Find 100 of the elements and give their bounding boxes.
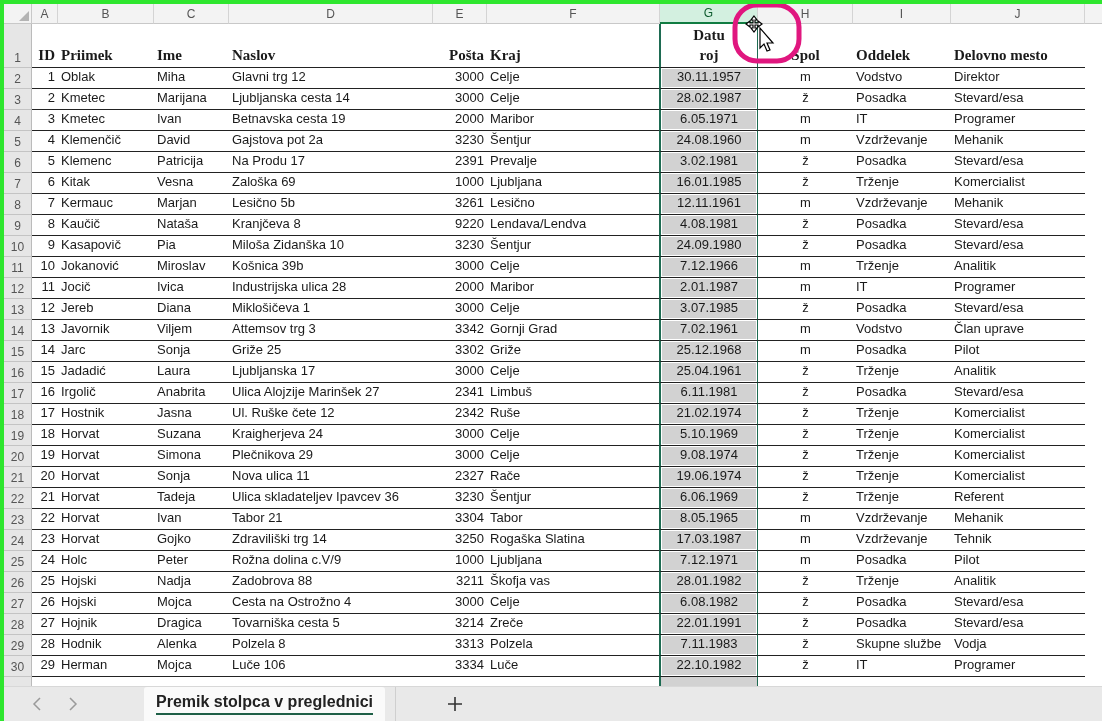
next-sheet-button[interactable] bbox=[66, 695, 80, 713]
table-cell: 22.01.1991 bbox=[659, 614, 759, 635]
table-cell: 12.11.1961 bbox=[659, 194, 759, 215]
row-number[interactable]: 5 bbox=[4, 131, 32, 152]
row-number[interactable]: 12 bbox=[4, 278, 32, 299]
column-header[interactable]: E bbox=[433, 4, 487, 24]
table-cell: 6.06.1969 bbox=[659, 488, 759, 509]
table-cell: 24.09.1980 bbox=[659, 236, 759, 257]
table-cell: Šentjur bbox=[487, 131, 660, 152]
table-cell: Šentjur bbox=[487, 488, 660, 509]
table-cell: 6.11.1981 bbox=[659, 383, 759, 404]
row-number[interactable]: 30 bbox=[4, 656, 32, 677]
sheet-tab[interactable]: Premik stolpca v preglednici bbox=[144, 687, 385, 721]
select-all-icon[interactable] bbox=[19, 11, 29, 21]
row-number[interactable]: 2 bbox=[4, 68, 32, 89]
table-cell: 9.08.1974 bbox=[659, 446, 759, 467]
table-cell: m bbox=[758, 278, 853, 299]
column-header[interactable]: I bbox=[853, 4, 951, 24]
table-cell: 3.02.1981 bbox=[659, 152, 759, 173]
table-cell: 28.01.1982 bbox=[659, 572, 759, 593]
row-number[interactable]: 22 bbox=[4, 488, 32, 509]
row-number[interactable]: 24 bbox=[4, 530, 32, 551]
table-cell: 22.10.1982 bbox=[659, 656, 759, 677]
table-cell: ž bbox=[758, 362, 853, 383]
column-header[interactable]: F bbox=[487, 4, 660, 24]
table-cell: Škofja vas bbox=[487, 572, 660, 593]
table-cell: ž bbox=[758, 467, 853, 488]
table-cell: 30.11.1957 bbox=[659, 68, 759, 89]
table-cell: 19.06.1974 bbox=[659, 467, 759, 488]
table-cell: 7.02.1961 bbox=[659, 320, 759, 341]
table-cell: 28.02.1987 bbox=[659, 89, 759, 110]
column-header[interactable]: B bbox=[58, 4, 154, 24]
row-number[interactable]: 18 bbox=[4, 404, 32, 425]
row-number[interactable]: 23 bbox=[4, 509, 32, 530]
row-number[interactable]: 6 bbox=[4, 152, 32, 173]
table-cell: 6.08.1982 bbox=[659, 593, 759, 614]
table-cell: 2.01.1987 bbox=[659, 278, 759, 299]
row-number[interactable]: 26 bbox=[4, 572, 32, 593]
table-cell: 16.01.1985 bbox=[659, 173, 759, 194]
column-header[interactable]: D bbox=[229, 4, 433, 24]
row-number[interactable]: 9 bbox=[4, 215, 32, 236]
table-cell: m bbox=[758, 509, 853, 530]
row-number[interactable]: 4 bbox=[4, 110, 32, 131]
table-cell: 8.05.1965 bbox=[659, 509, 759, 530]
row-number[interactable]: 1 bbox=[4, 24, 32, 68]
row-number[interactable]: 20 bbox=[4, 446, 32, 467]
table-cell: 7.12.1971 bbox=[659, 551, 759, 572]
table-cell: m bbox=[758, 110, 853, 131]
select-all-corner[interactable] bbox=[4, 4, 32, 24]
row-number[interactable]: 21 bbox=[4, 467, 32, 488]
table-cell: Član uprave bbox=[951, 320, 1085, 341]
table-cell: 5.10.1969 bbox=[659, 425, 759, 446]
column-header[interactable]: A bbox=[32, 4, 58, 24]
table-cell: ž bbox=[758, 89, 853, 110]
table-cell: m bbox=[758, 194, 853, 215]
table-cell: m bbox=[758, 551, 853, 572]
table-cell: ž bbox=[758, 635, 853, 656]
row-number[interactable]: 10 bbox=[4, 236, 32, 257]
table-cell: ž bbox=[758, 572, 853, 593]
row-number[interactable]: 19 bbox=[4, 425, 32, 446]
row-number[interactable]: 28 bbox=[4, 614, 32, 635]
table-cell: Šentjur bbox=[487, 236, 660, 257]
table-cell: ž bbox=[758, 236, 853, 257]
chevron-left-icon bbox=[32, 697, 42, 711]
column-header[interactable]: J bbox=[951, 4, 1085, 24]
header-strip bbox=[1085, 4, 1102, 24]
table-cell: ž bbox=[758, 152, 853, 173]
row-number[interactable]: 17 bbox=[4, 383, 32, 404]
row-number[interactable]: 29 bbox=[4, 635, 32, 656]
header-cell: Datu roj bbox=[659, 24, 759, 68]
row-number[interactable]: 7 bbox=[4, 173, 32, 194]
table-cell: 3.07.1985 bbox=[659, 299, 759, 320]
table-cell: 21.02.1974 bbox=[659, 404, 759, 425]
table-cell: 25.12.1968 bbox=[659, 341, 759, 362]
row-number[interactable]: 25 bbox=[4, 551, 32, 572]
row-number[interactable]: 14 bbox=[4, 320, 32, 341]
table-cell: ž bbox=[758, 383, 853, 404]
table-cell: ž bbox=[758, 614, 853, 635]
table-cell: m bbox=[758, 131, 853, 152]
table-cell: ž bbox=[758, 593, 853, 614]
table-cell: ž bbox=[758, 425, 853, 446]
table-cell: ž bbox=[758, 404, 853, 425]
column-header[interactable]: G bbox=[660, 4, 758, 24]
table-cell: 4.08.1981 bbox=[659, 215, 759, 236]
row-number[interactable]: 15 bbox=[4, 341, 32, 362]
previous-sheet-button[interactable] bbox=[30, 695, 44, 713]
column-header[interactable]: C bbox=[154, 4, 229, 24]
row-number[interactable]: 27 bbox=[4, 593, 32, 614]
row-number[interactable]: 13 bbox=[4, 299, 32, 320]
table-cell: 17.03.1987 bbox=[659, 530, 759, 551]
table-cell: 7.12.1966 bbox=[659, 257, 759, 278]
row-number[interactable]: 11 bbox=[4, 257, 32, 278]
table-cell: ž bbox=[758, 299, 853, 320]
table-cell: m bbox=[758, 341, 853, 362]
plus-icon bbox=[447, 696, 464, 712]
row-number[interactable]: 3 bbox=[4, 89, 32, 110]
row-number[interactable]: 8 bbox=[4, 194, 32, 215]
row-number[interactable]: 16 bbox=[4, 362, 32, 383]
table-cell: m bbox=[758, 320, 853, 341]
table-cell: m bbox=[758, 68, 853, 89]
